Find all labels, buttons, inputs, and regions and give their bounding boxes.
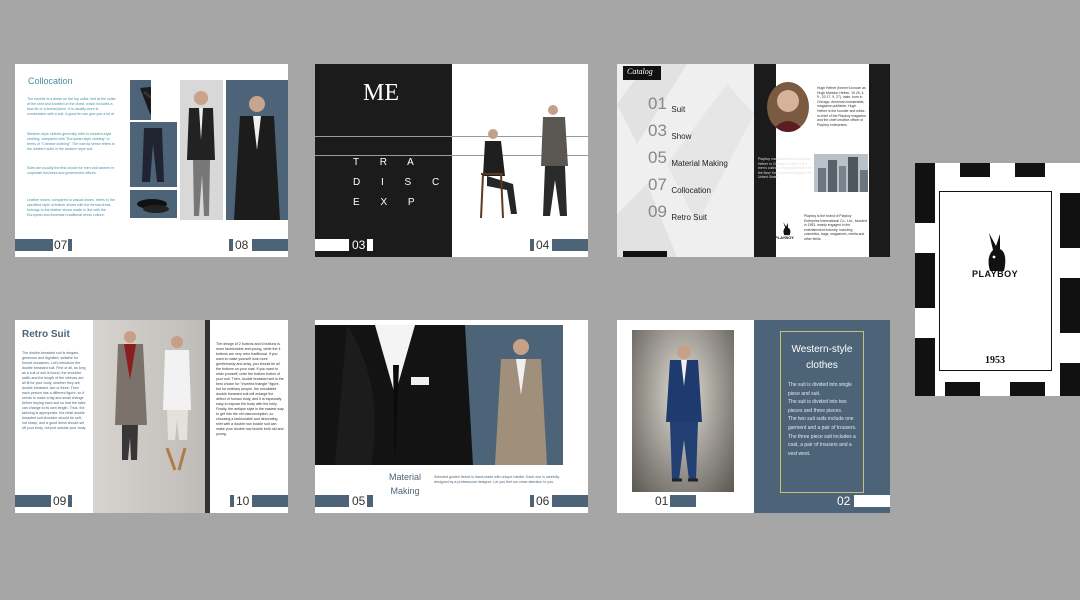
page-number-right: 06 [530, 494, 588, 508]
page-number-left: 03 [315, 238, 375, 252]
letter-row: D I S C [353, 177, 449, 188]
playboy-cover[interactable]: PLAYBOY 1953 [915, 163, 1080, 396]
letter-row: T R A [353, 157, 423, 168]
section-title: Material Making [388, 472, 421, 496]
spread-intro[interactable]: ME T R A D I S C E X P 03 04 [315, 64, 588, 257]
necktie-image [130, 80, 151, 120]
spread-material-making[interactable]: Material Making Selected golden fleece i… [315, 320, 588, 513]
model-suit-photo [226, 80, 288, 220]
spread-western-style[interactable]: Western-style clothes The suit is divide… [617, 320, 890, 513]
paragraph: Suits are usually the first choice for m… [27, 166, 115, 175]
bio-text: Hugh Hefner (former's known as Hugh Mars… [817, 86, 867, 127]
model-tie-photo [180, 80, 223, 220]
bio-text: Playboy is the brand of Playboy Enterpri… [804, 214, 867, 241]
blue-suit-model-photo [632, 330, 734, 492]
paragraph: The design of 2 buttons and 6 buttons is… [216, 342, 284, 436]
seated-model-image [473, 126, 523, 221]
page-number-right: 04 [530, 238, 588, 252]
spread-title: Retro Suit [22, 329, 70, 340]
catalog-item[interactable]: 07 Collocation [648, 175, 711, 195]
bottom-accent [623, 251, 667, 257]
dark-right-strip [869, 64, 890, 257]
paragraph: The necktie is a dress on the top collar… [27, 97, 116, 116]
rabbit-logo-icon [984, 231, 1010, 271]
page-number-left: 01 [617, 494, 697, 508]
spread-catalog[interactable]: Catalog 01 Suit 03 Show 05 Material Maki… [617, 64, 890, 257]
playboy-logo-small: PLAYBOY [775, 222, 797, 242]
cover-year: 1953 [985, 355, 1005, 366]
catalog-badge: Catalog [623, 66, 661, 80]
city-photo [814, 154, 868, 192]
paragraph: Western-style clothes generally refer to… [27, 132, 115, 151]
catalog-item[interactable]: 03 Show [648, 121, 691, 141]
spread-title: Collocation [28, 76, 73, 86]
page-number-right: 10 [230, 494, 288, 508]
letter-row: E X P [353, 197, 424, 208]
body-text: The suit is divided into single piece an… [788, 382, 857, 457]
paragraph: Leather shoes, compared to casual shoes,… [27, 198, 115, 217]
section-title: Western-style clothes [791, 344, 853, 371]
page-number-left: 07 [15, 238, 85, 252]
catalog-item[interactable]: 01 Suit [648, 94, 685, 114]
paragraph: The double-breasted suit is elegant, gen… [22, 351, 87, 430]
spread-retro-suit[interactable]: Retro Suit The double-breasted suit is e… [15, 320, 288, 513]
retro-models-photo [93, 320, 210, 513]
bio-text: Playboy magazine was founded by Hefner i… [758, 157, 812, 180]
page-number-left: 09 [15, 494, 75, 508]
trousers-image [130, 122, 177, 187]
shoes-image [130, 190, 177, 218]
cover-logo-text: PLAYBOY [972, 269, 1019, 279]
heading-me: ME [363, 80, 399, 106]
page-number-right: 08 [229, 238, 288, 252]
suits-banner-photo [315, 325, 563, 465]
page-number-right: 02 [819, 494, 890, 508]
catalog-item[interactable]: 09 Retro Suit [648, 202, 707, 222]
spread-collocation[interactable]: Collocation The necktie is a dress on th… [15, 64, 288, 257]
cover-frame [939, 191, 1052, 371]
standing-model-image [535, 104, 577, 222]
catalog-item[interactable]: 05 Material Making [648, 148, 728, 168]
hefner-portrait [767, 82, 809, 132]
paragraph: Selected golden fleece is hand-made with… [434, 475, 560, 484]
page-number-left: 05 [315, 494, 377, 508]
